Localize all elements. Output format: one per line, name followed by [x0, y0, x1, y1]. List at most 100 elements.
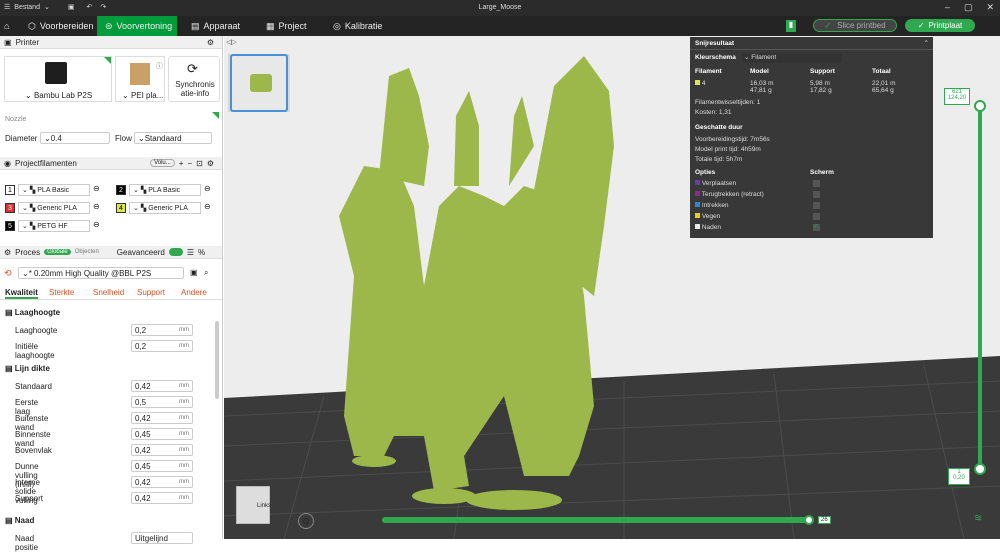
plate-image — [130, 63, 150, 85]
view-cube[interactable]: Links — [236, 486, 271, 524]
move-slider-handle[interactable] — [804, 515, 814, 525]
collapse-up-icon[interactable]: ⌃ — [924, 39, 929, 47]
setting-input[interactable]: 0,5 mm — [131, 396, 193, 408]
global-toggle[interactable]: Globale — [44, 249, 71, 255]
layer-top-handle[interactable] — [974, 100, 986, 112]
process-tab[interactable]: Andere — [181, 288, 207, 297]
notes-icon[interactable]: ▮ — [786, 20, 796, 32]
option-checkbox[interactable] — [813, 180, 820, 187]
camera-fit-icon[interactable]: ⊙ — [298, 513, 314, 529]
scheme-label: Kleurschema — [695, 54, 736, 61]
slice-label: Slice printbed — [837, 21, 886, 30]
option-checkbox[interactable] — [813, 213, 820, 220]
filament-number[interactable]: 5 — [5, 221, 15, 231]
close-icon[interactable]: ✕ — [986, 2, 994, 13]
remove-filament-icon[interactable]: ⊖ — [93, 220, 100, 229]
process-tab[interactable]: Support — [137, 288, 165, 297]
process-tab[interactable]: Sterkte — [49, 288, 74, 297]
layer-top-label: 621 124,20 — [944, 88, 970, 105]
layers-stack-icon[interactable]: ≋ — [974, 513, 982, 524]
minimize-icon[interactable]: – — [945, 2, 950, 13]
filament-select[interactable]: ⌄ ▚ PETG HF — [18, 220, 90, 232]
process-profile-select[interactable]: ⌄ * 0.20mm High Quality @BBL P2S — [18, 267, 184, 279]
filament-number[interactable]: 2 — [116, 185, 126, 195]
group-title: Lijn dikte — [14, 364, 50, 373]
chevron-down-icon: ⌄ — [133, 205, 139, 212]
layers-icon: ⊜ — [105, 20, 113, 31]
setting-input[interactable]: 0,42 mm — [131, 412, 193, 424]
search-icon[interactable]: ⌕ — [204, 268, 208, 278]
option-checkbox[interactable]: ✓ — [813, 224, 820, 231]
filament-swatch — [695, 80, 700, 85]
setting-value: Uitgelijnd — [135, 533, 168, 543]
filament-select[interactable]: ⌄ ▚ Generic PLA — [129, 202, 201, 214]
tab-calibration[interactable]: ◎ Kalibratie — [325, 16, 390, 36]
list-icon[interactable]: ☰ — [187, 248, 194, 257]
add-icon[interactable]: + — [179, 159, 184, 168]
filament-select[interactable]: ⌄ ▚ Generic PLA — [18, 202, 90, 214]
scrollbar[interactable] — [215, 321, 219, 399]
sync-small-icon[interactable]: ⊡ — [196, 159, 203, 168]
setting-value: 0,42 — [135, 493, 151, 503]
setting-input[interactable]: 0,42 mm — [131, 380, 193, 392]
reset-icon[interactable]: ⟲ — [4, 268, 12, 279]
setting-input[interactable]: 0,42 mm — [131, 476, 193, 488]
group-header: ▤ Lijn dikte — [5, 364, 50, 373]
setting-label: Initiële laaghoogte — [15, 342, 55, 360]
setting-unit: mm — [179, 447, 189, 453]
process-tab[interactable]: Snelheid — [93, 288, 124, 297]
plate-thumbnail[interactable] — [230, 54, 288, 112]
collapse-icon[interactable]: ◁▷ — [226, 38, 237, 46]
diameter-select[interactable]: ⌄ 0.4 — [40, 132, 110, 144]
home-icon[interactable]: ⌂ — [0, 16, 18, 36]
remove-filament-icon[interactable]: ⊖ — [204, 202, 211, 211]
layer-slider[interactable] — [978, 102, 982, 472]
remove-filament-icon[interactable]: ⊖ — [93, 202, 100, 211]
setting-input[interactable]: 0,2 mm — [131, 324, 193, 336]
option-row: Terugtrekken (retract) — [695, 191, 820, 198]
slice-button[interactable]: ✓ Slice printbed — [813, 19, 897, 32]
print-button[interactable]: ✓ Printplaat — [905, 19, 975, 32]
info-icon[interactable]: ⓘ — [156, 61, 163, 71]
option-checkbox[interactable] — [813, 191, 820, 198]
plate-card[interactable]: ⓘ ⌄ PEI pla... — [115, 56, 165, 102]
tab-preview[interactable]: ⊜ Voorvertoning — [97, 16, 177, 36]
tab-project[interactable]: ▦ Project — [258, 16, 315, 36]
setting-input[interactable]: 0,45 mm — [131, 460, 193, 472]
tab-prepare[interactable]: ⬡ Voorbereiden — [20, 16, 101, 36]
volume-button[interactable]: Volu... — [150, 159, 175, 167]
printer-card[interactable]: ⌄ Bambu Lab P2S — [4, 56, 112, 102]
layer-bottom-handle[interactable] — [974, 463, 986, 475]
tab-device[interactable]: ▤ Apparaat — [183, 16, 248, 36]
objects-toggle[interactable]: Objecten — [75, 249, 99, 255]
process-tab[interactable]: Kwaliteit — [5, 288, 38, 299]
setting-input[interactable]: 0,45 mm — [131, 428, 193, 440]
remove-filament-icon[interactable]: ⊖ — [93, 184, 100, 193]
remove-icon[interactable]: − — [187, 159, 192, 168]
filament-number[interactable]: 3 — [5, 203, 15, 213]
chevron-down-icon: ⌄ — [22, 268, 29, 278]
sync-button[interactable]: ⟳ Synchronis atie-info — [168, 56, 220, 102]
slice-check-icon: ✓ — [824, 21, 832, 30]
percent-icon[interactable]: % — [198, 248, 205, 257]
flow-select[interactable]: ⌄ Standaard — [134, 132, 212, 144]
printer-name[interactable]: ⌄ Bambu Lab P2S — [25, 91, 92, 100]
settings-gear-icon[interactable]: ⚙ — [207, 38, 214, 47]
setting-input[interactable]: 0,2 mm — [131, 340, 193, 352]
scheme-select[interactable]: ⌄ Filament — [742, 53, 842, 63]
filament-gear-icon[interactable]: ⚙ — [207, 159, 214, 168]
option-swatch — [695, 213, 700, 218]
setting-input[interactable]: 0,42 mm — [131, 444, 193, 456]
filament-number[interactable]: 1 — [5, 185, 15, 195]
filament-select[interactable]: ⌄ ▚ PLA Basic — [129, 184, 201, 196]
setting-input[interactable]: Uitgelijnd — [131, 532, 193, 544]
maximize-icon[interactable]: ▢ — [964, 2, 973, 13]
filament-select[interactable]: ⌄ ▚ PLA Basic — [18, 184, 90, 196]
move-slider[interactable] — [382, 517, 812, 523]
save-profile-icon[interactable]: ▣ — [190, 268, 198, 277]
filament-number[interactable]: 4 — [116, 203, 126, 213]
setting-input[interactable]: 0,42 mm — [131, 492, 193, 504]
advanced-switch[interactable] — [168, 248, 183, 256]
remove-filament-icon[interactable]: ⊖ — [204, 184, 211, 193]
option-checkbox[interactable] — [813, 202, 820, 209]
